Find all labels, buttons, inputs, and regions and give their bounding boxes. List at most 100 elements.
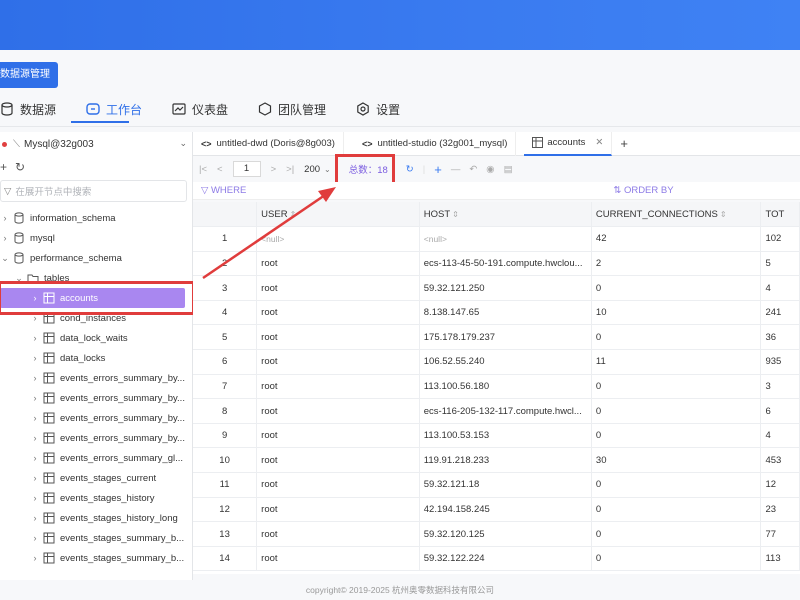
- tree-search-input[interactable]: ▽ 在展开节点中搜索: [0, 180, 187, 202]
- chevron-right-icon[interactable]: ›: [30, 533, 40, 543]
- row-index[interactable]: 4: [193, 300, 258, 326]
- table-cell[interactable]: 42: [591, 226, 762, 252]
- add-row-icon[interactable]: +: [434, 162, 442, 177]
- tree-node[interactable]: › events_stages_summary_b...: [0, 528, 193, 548]
- table-cell[interactable]: root: [256, 398, 420, 424]
- add-icon[interactable]: +: [0, 160, 7, 174]
- column-header-user[interactable]: USER ⇕: [256, 202, 420, 228]
- row-index[interactable]: 13: [193, 521, 258, 547]
- table-row[interactable]: 4 root 8.138.147.65 10 241: [193, 300, 800, 326]
- nav-datasource[interactable]: 数据源: [0, 96, 56, 122]
- table-cell[interactable]: root: [256, 300, 420, 326]
- table-row[interactable]: 1 <null> <null> 42 102: [193, 226, 800, 252]
- nav-workbench[interactable]: 工作台: [86, 96, 142, 122]
- chevron-icon[interactable]: ⌄: [0, 253, 10, 264]
- nav-settings[interactable]: 设置: [356, 96, 400, 122]
- last-page-icon[interactable]: >|: [286, 164, 294, 175]
- chevron-right-icon[interactable]: ›: [30, 473, 40, 483]
- order-by[interactable]: ⇅ ORDER BY: [613, 185, 673, 196]
- table-row[interactable]: 5 root 175.178.179.237 0 36: [193, 324, 800, 351]
- table-cell[interactable]: 119.91.218.233: [419, 447, 592, 474]
- page-input[interactable]: 1: [232, 161, 261, 177]
- table-cell[interactable]: 77: [760, 521, 800, 547]
- table-row[interactable]: 11 root 59.32.121.18 0 12: [193, 472, 800, 498]
- chevron-right-icon[interactable]: ›: [30, 433, 40, 443]
- table-row[interactable]: 6 root 106.52.55.240 11 935: [193, 349, 800, 375]
- refresh-icon[interactable]: ↻: [15, 160, 25, 174]
- undo-icon[interactable]: ↶: [469, 164, 477, 175]
- table-cell[interactable]: 30: [591, 447, 762, 474]
- row-index[interactable]: 10: [193, 447, 258, 474]
- table-cell[interactable]: 453: [760, 447, 800, 474]
- table-cell[interactable]: ecs-113-45-50-191.compute.hwclou...: [419, 251, 592, 277]
- sort-icon[interactable]: ⇕: [290, 210, 297, 219]
- table-cell[interactable]: root: [256, 374, 420, 400]
- table-cell[interactable]: 42.194.158.245: [419, 497, 592, 523]
- refresh-icon[interactable]: ↻: [406, 164, 414, 175]
- connection-selector[interactable]: ⟍ Mysql@32g003 ⌄: [0, 132, 193, 156]
- tree-node[interactable]: › events_errors_summary_by...: [0, 388, 193, 408]
- table-row[interactable]: 12 root 42.194.158.245 0 23: [193, 497, 800, 523]
- row-index[interactable]: 6: [193, 349, 258, 375]
- tree-node[interactable]: › events_stages_summary_b...: [0, 548, 193, 568]
- chevron-right-icon[interactable]: ›: [30, 453, 40, 463]
- chevron-right-icon[interactable]: ›: [30, 493, 40, 503]
- chevron-right-icon[interactable]: ›: [30, 373, 40, 383]
- table-cell[interactable]: 0: [591, 275, 762, 301]
- chevron-right-icon[interactable]: ›: [30, 353, 40, 363]
- table-cell[interactable]: root: [256, 472, 420, 498]
- tab-accounts[interactable]: accounts ✕: [524, 131, 613, 156]
- delete-row-icon[interactable]: —: [451, 164, 461, 175]
- table-cell[interactable]: 6: [760, 398, 800, 424]
- table-row[interactable]: 8 root ecs-116-205-132-117.compute.hwcl...…: [193, 398, 800, 424]
- table-cell[interactable]: 59.32.121.250: [419, 275, 592, 301]
- table-cell[interactable]: root: [256, 275, 420, 301]
- tree-node[interactable]: › mysql: [0, 228, 193, 248]
- add-tab-icon[interactable]: +: [620, 136, 628, 151]
- table-cell[interactable]: 0: [591, 521, 762, 547]
- table-cell[interactable]: 4: [760, 275, 800, 301]
- row-index[interactable]: 11: [193, 472, 258, 498]
- table-cell[interactable]: ecs-116-205-132-117.compute.hwcl...: [419, 398, 592, 424]
- row-index[interactable]: 12: [193, 497, 258, 523]
- tree-node[interactable]: › events_errors_summary_by...: [0, 408, 193, 428]
- row-index[interactable]: 9: [193, 423, 258, 449]
- table-cell[interactable]: 8.138.147.65: [419, 300, 592, 326]
- table-cell[interactable]: root: [256, 423, 420, 449]
- table-cell[interactable]: root: [256, 251, 420, 277]
- table-cell[interactable]: 5: [760, 251, 800, 277]
- table-cell[interactable]: 0: [591, 546, 762, 572]
- row-index[interactable]: 8: [193, 398, 258, 424]
- nav-dashboard[interactable]: 仪表盘: [172, 96, 228, 122]
- table-cell[interactable]: 0: [591, 423, 762, 449]
- table-cell[interactable]: 175.178.179.237: [419, 324, 592, 351]
- tab-untitled-dwd[interactable]: <> untitled-dwd (Doris@8g003): [193, 131, 344, 156]
- table-cell[interactable]: 0: [591, 398, 762, 424]
- table-cell[interactable]: 59.32.120.125: [419, 521, 592, 547]
- first-page-icon[interactable]: |<: [199, 164, 207, 175]
- table-cell[interactable]: 113: [760, 546, 800, 572]
- tree-node[interactable]: › events_errors_summary_by...: [0, 368, 193, 388]
- save-icon[interactable]: ▤: [504, 164, 513, 175]
- table-cell[interactable]: 2: [591, 251, 762, 277]
- chevron-right-icon[interactable]: ›: [30, 553, 40, 563]
- chevron-down-icon[interactable]: ⌄: [324, 165, 331, 174]
- table-row[interactable]: 7 root 113.100.56.180 0 3: [193, 374, 800, 400]
- column-header-host[interactable]: HOST ⇕: [419, 202, 592, 228]
- table-cell[interactable]: 106.52.55.240: [419, 349, 592, 375]
- tree-node[interactable]: › information_schema: [0, 208, 193, 228]
- column-header-total[interactable]: TOT: [760, 202, 800, 228]
- row-index[interactable]: 3: [193, 275, 258, 301]
- row-index[interactable]: 1: [193, 226, 258, 252]
- table-row[interactable]: 13 root 59.32.120.125 0 77: [193, 521, 800, 547]
- row-index[interactable]: 5: [193, 324, 258, 351]
- tree-node[interactable]: › data_lock_waits: [0, 328, 193, 348]
- chevron-right-icon[interactable]: ›: [30, 333, 40, 343]
- tree-node[interactable]: › events_errors_summary_gl...: [0, 448, 193, 468]
- column-header-current-connections[interactable]: CURRENT_CONNECTIONS ⇕: [591, 202, 762, 228]
- table-cell[interactable]: root: [256, 447, 420, 474]
- table-cell[interactable]: 0: [591, 497, 762, 523]
- table-cell[interactable]: 23: [760, 497, 800, 523]
- table-cell[interactable]: 3: [760, 374, 800, 400]
- table-row[interactable]: 2 root ecs-113-45-50-191.compute.hwclou...…: [193, 251, 800, 277]
